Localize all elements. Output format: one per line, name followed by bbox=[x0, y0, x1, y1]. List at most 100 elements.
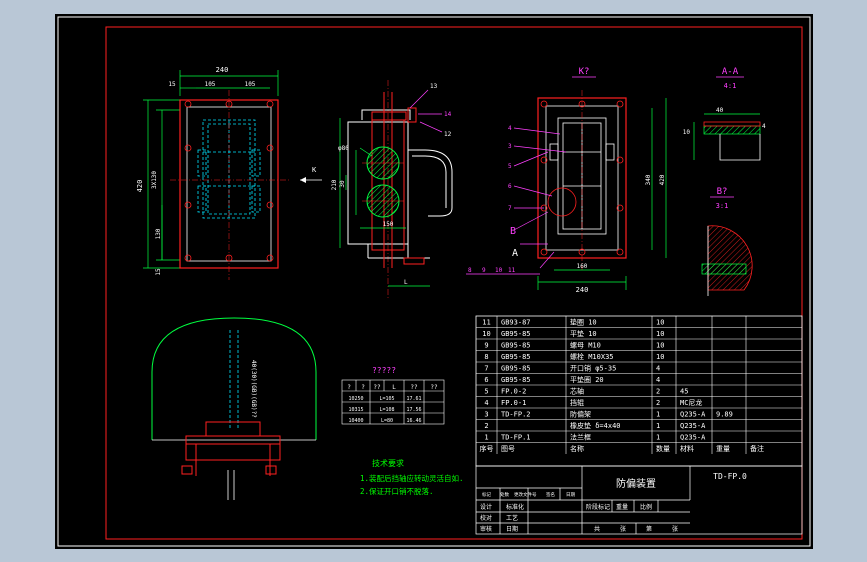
callout-13: 13 bbox=[430, 83, 438, 90]
bom-cell: MC尼龙 bbox=[680, 398, 702, 407]
vertical-spec-label: 40(30)(GB)(GB)?? bbox=[250, 360, 257, 418]
bom-header-cell: 数量 bbox=[656, 444, 670, 453]
front-dim-105-b: 105 bbox=[245, 81, 256, 88]
bom-cell: 3 bbox=[484, 411, 488, 419]
bom-cell: GB93-87 bbox=[501, 319, 531, 327]
bom-cell: GB95-85 bbox=[501, 376, 531, 384]
bom-cell: 2 bbox=[484, 422, 488, 430]
rev-h1: 处数 bbox=[500, 491, 509, 498]
side-dim-210: 210 bbox=[331, 179, 338, 190]
bom-cell: Q235-A bbox=[680, 434, 706, 442]
tech-note-2: 2.保证开口销不脱落. bbox=[360, 486, 434, 496]
param-h2: ?? bbox=[373, 384, 381, 391]
section-b-scale: 3:1 bbox=[716, 202, 729, 210]
bom-header-cell: 名称 bbox=[570, 444, 584, 453]
bom-cell: 4 bbox=[656, 365, 660, 373]
tb-weight: 重量 bbox=[616, 503, 628, 511]
front-dim-105-a: 105 bbox=[205, 81, 216, 88]
bom-cell: 10 bbox=[656, 330, 664, 338]
bom-cell: FP.0-2 bbox=[501, 388, 526, 396]
param-r1-c2: 17.56 bbox=[406, 407, 421, 413]
param-r0-c0: 10250 bbox=[348, 396, 363, 402]
param-table-title: ????? bbox=[372, 366, 396, 375]
front-dim-240: 240 bbox=[216, 66, 229, 74]
bom-cell: 6 bbox=[484, 376, 488, 384]
bom-cell: 挡辊 bbox=[570, 398, 584, 407]
bom-cell: 开口销 φ5-35 bbox=[570, 364, 616, 373]
section-a-marker: A bbox=[512, 248, 518, 259]
side-dim-150: 150 bbox=[383, 221, 394, 228]
callout-14: 14 bbox=[444, 111, 452, 118]
bom-cell: 5 bbox=[484, 388, 488, 396]
param-r2-c1: L=80 bbox=[381, 418, 393, 424]
front-dim-3x130: 3X130 bbox=[151, 171, 158, 189]
drawing-canvas bbox=[55, 14, 813, 549]
tb-check: 校对 bbox=[480, 514, 492, 522]
tb-process: 工艺 bbox=[506, 514, 518, 522]
bom-cell: 7 bbox=[484, 365, 488, 373]
bom-cell: 2 bbox=[656, 388, 660, 396]
tb-std: 标准化 bbox=[506, 503, 524, 511]
param-h4: ?? bbox=[410, 384, 418, 391]
param-r2-c2: 16.46 bbox=[406, 418, 421, 424]
front-dim-130: 130 bbox=[155, 228, 162, 239]
k-dim-240: 240 bbox=[576, 286, 589, 294]
k-callout-10: 10 bbox=[495, 267, 503, 274]
param-h1: ? bbox=[361, 384, 365, 391]
tech-notes-title: 技术要求 bbox=[372, 458, 404, 468]
k-callout-8: 8 bbox=[468, 267, 472, 274]
k-view-title: K? bbox=[579, 67, 590, 77]
section-b-marker: B bbox=[510, 226, 516, 237]
bom-cell: 1 bbox=[656, 411, 660, 419]
tb-page: 第 bbox=[646, 525, 652, 533]
tb-scale: 比例 bbox=[640, 503, 652, 511]
param-r1-c0: 10315 bbox=[348, 407, 363, 413]
rev-h2: 更改文件号 bbox=[514, 491, 537, 498]
bom-cell: 橡皮垫 δ=4x40 bbox=[570, 421, 621, 430]
bom-cell: GB95-85 bbox=[501, 342, 531, 350]
k-callout-6: 6 bbox=[508, 183, 512, 190]
tb-date: 日期 bbox=[506, 525, 518, 533]
param-r1-c1: L=108 bbox=[379, 407, 394, 413]
bom-cell: Q235-A bbox=[680, 411, 706, 419]
drawing-number: TD-FP.0 bbox=[713, 472, 747, 481]
param-h3: L bbox=[392, 384, 396, 391]
callout-12: 12 bbox=[444, 131, 452, 138]
aa-dim-4: 4 bbox=[762, 123, 766, 130]
bom-cell: TD-FP.1 bbox=[501, 434, 531, 442]
rev-h4: 日期 bbox=[566, 492, 575, 498]
param-h0: ? bbox=[347, 384, 351, 391]
bom-cell: 垫圈 10 bbox=[570, 318, 597, 327]
bom-cell: 10 bbox=[482, 330, 490, 338]
param-h5: ?? bbox=[430, 384, 438, 391]
aa-dim-10: 10 bbox=[683, 129, 691, 136]
cad-drawing: 240 15 105 105 420 3X130 130 15 K φ80 30… bbox=[0, 0, 867, 562]
tb-stage: 阶段标记 bbox=[586, 503, 610, 511]
k-callout-5: 5 bbox=[508, 163, 512, 170]
k-callout-9: 9 bbox=[482, 267, 486, 274]
aa-dim-40: 40 bbox=[716, 107, 724, 114]
tb-review: 审核 bbox=[480, 525, 492, 533]
bom-cell: GB95-85 bbox=[501, 365, 531, 373]
section-aa-title: A-A bbox=[722, 67, 739, 77]
tb-total: 共 bbox=[594, 525, 600, 533]
param-r0-c1: L=105 bbox=[379, 396, 394, 402]
side-dim-30: 30 bbox=[339, 180, 346, 188]
bom-header-cell: 图号 bbox=[501, 445, 515, 453]
bom-cell: 10 bbox=[656, 319, 664, 327]
bom-cell: 螺栓 M10X35 bbox=[570, 352, 614, 361]
bom-cell: 防偏架 bbox=[570, 410, 591, 419]
bom-cell: GB95-85 bbox=[501, 353, 531, 361]
bom-cell: 平垫圈 20 bbox=[570, 375, 604, 384]
bom-cell: 11 bbox=[482, 319, 490, 327]
bom-header-cell: 重量 bbox=[716, 445, 730, 453]
tb-design: 设计 bbox=[480, 503, 492, 511]
front-dim-15-bottom: 15 bbox=[155, 268, 162, 276]
rev-h3: 签名 bbox=[546, 491, 555, 498]
param-r0-c2: 17.61 bbox=[406, 396, 421, 402]
bom-cell: 2 bbox=[656, 399, 660, 407]
bom-cell: 1 bbox=[484, 434, 488, 442]
bom-cell: Q235-A bbox=[680, 422, 706, 430]
section-b-title: B? bbox=[717, 187, 728, 197]
k-callout-7: 7 bbox=[508, 205, 512, 212]
